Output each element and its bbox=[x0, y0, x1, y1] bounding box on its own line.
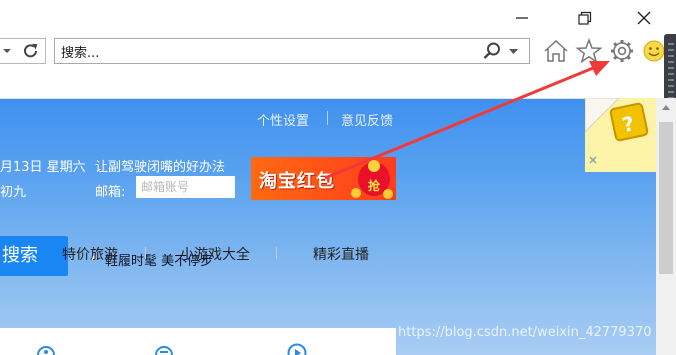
minimize-button[interactable] bbox=[508, 6, 536, 30]
home-icon[interactable] bbox=[542, 38, 570, 64]
address-bar[interactable] bbox=[54, 38, 530, 64]
link-divider bbox=[327, 111, 328, 125]
email-field[interactable] bbox=[136, 176, 235, 198]
address-input[interactable] bbox=[61, 42, 471, 60]
chevron-down-icon[interactable] bbox=[507, 40, 521, 62]
watermark-text: https://blog.csdn.net/weixin_42779370 bbox=[398, 325, 652, 340]
star-icon[interactable] bbox=[575, 38, 603, 64]
lunar-date-text: 初九 bbox=[0, 185, 27, 200]
chevron-up-icon bbox=[662, 105, 670, 110]
play-icon bbox=[287, 343, 307, 355]
close-button[interactable] bbox=[630, 6, 658, 30]
nav-divider bbox=[145, 247, 146, 259]
nav-divider bbox=[276, 247, 277, 259]
browser-page: 个性设置 意见反馈 月13日 星期六 初九 让副驾驶闭嘴的好办法 邮箱: 淘宝红… bbox=[0, 99, 656, 355]
smiley-icon[interactable] bbox=[642, 38, 664, 64]
corner-ad[interactable]: ? bbox=[584, 97, 656, 172]
scroll-up-button[interactable] bbox=[656, 98, 676, 118]
promo-link[interactable]: 让副驾驶闭嘴的好办法 bbox=[95, 156, 225, 175]
games-icon bbox=[155, 346, 173, 355]
banner-title: 淘宝红包 bbox=[259, 171, 335, 192]
navigation-bar bbox=[0, 36, 676, 66]
banner-grab-button: 抢 bbox=[368, 179, 381, 193]
nav-item-travel[interactable]: 特价旅游 bbox=[62, 244, 118, 264]
search-icon[interactable] bbox=[481, 40, 503, 62]
taobao-banner-ad[interactable]: 淘宝红包 抢 bbox=[251, 157, 396, 200]
minimize-icon bbox=[516, 17, 528, 19]
nav-item-games[interactable]: 小游戏大全 bbox=[180, 244, 250, 264]
close-icon bbox=[637, 11, 651, 25]
tab-area bbox=[0, 66, 656, 99]
scrollbar-thumb[interactable] bbox=[659, 122, 673, 274]
nav-item-live[interactable]: 精彩直播 bbox=[313, 244, 369, 264]
title-bar bbox=[0, 0, 676, 36]
corner-ad-graphic: ? bbox=[584, 97, 656, 172]
personalize-link[interactable]: 个性设置 bbox=[257, 110, 309, 129]
feedback-link[interactable]: 意见反馈 bbox=[341, 110, 393, 129]
refresh-icon[interactable] bbox=[21, 41, 41, 61]
restore-button[interactable] bbox=[571, 6, 599, 30]
quick-nav-bar bbox=[0, 328, 396, 355]
gear-icon[interactable] bbox=[608, 38, 636, 64]
search-button[interactable]: 搜索 bbox=[0, 236, 68, 276]
restore-icon bbox=[578, 11, 592, 25]
email-label: 邮箱: bbox=[95, 185, 126, 200]
date-text: 月13日 星期六 bbox=[0, 160, 86, 175]
navigation-dropdown[interactable] bbox=[0, 38, 46, 64]
travel-icon bbox=[37, 346, 55, 355]
